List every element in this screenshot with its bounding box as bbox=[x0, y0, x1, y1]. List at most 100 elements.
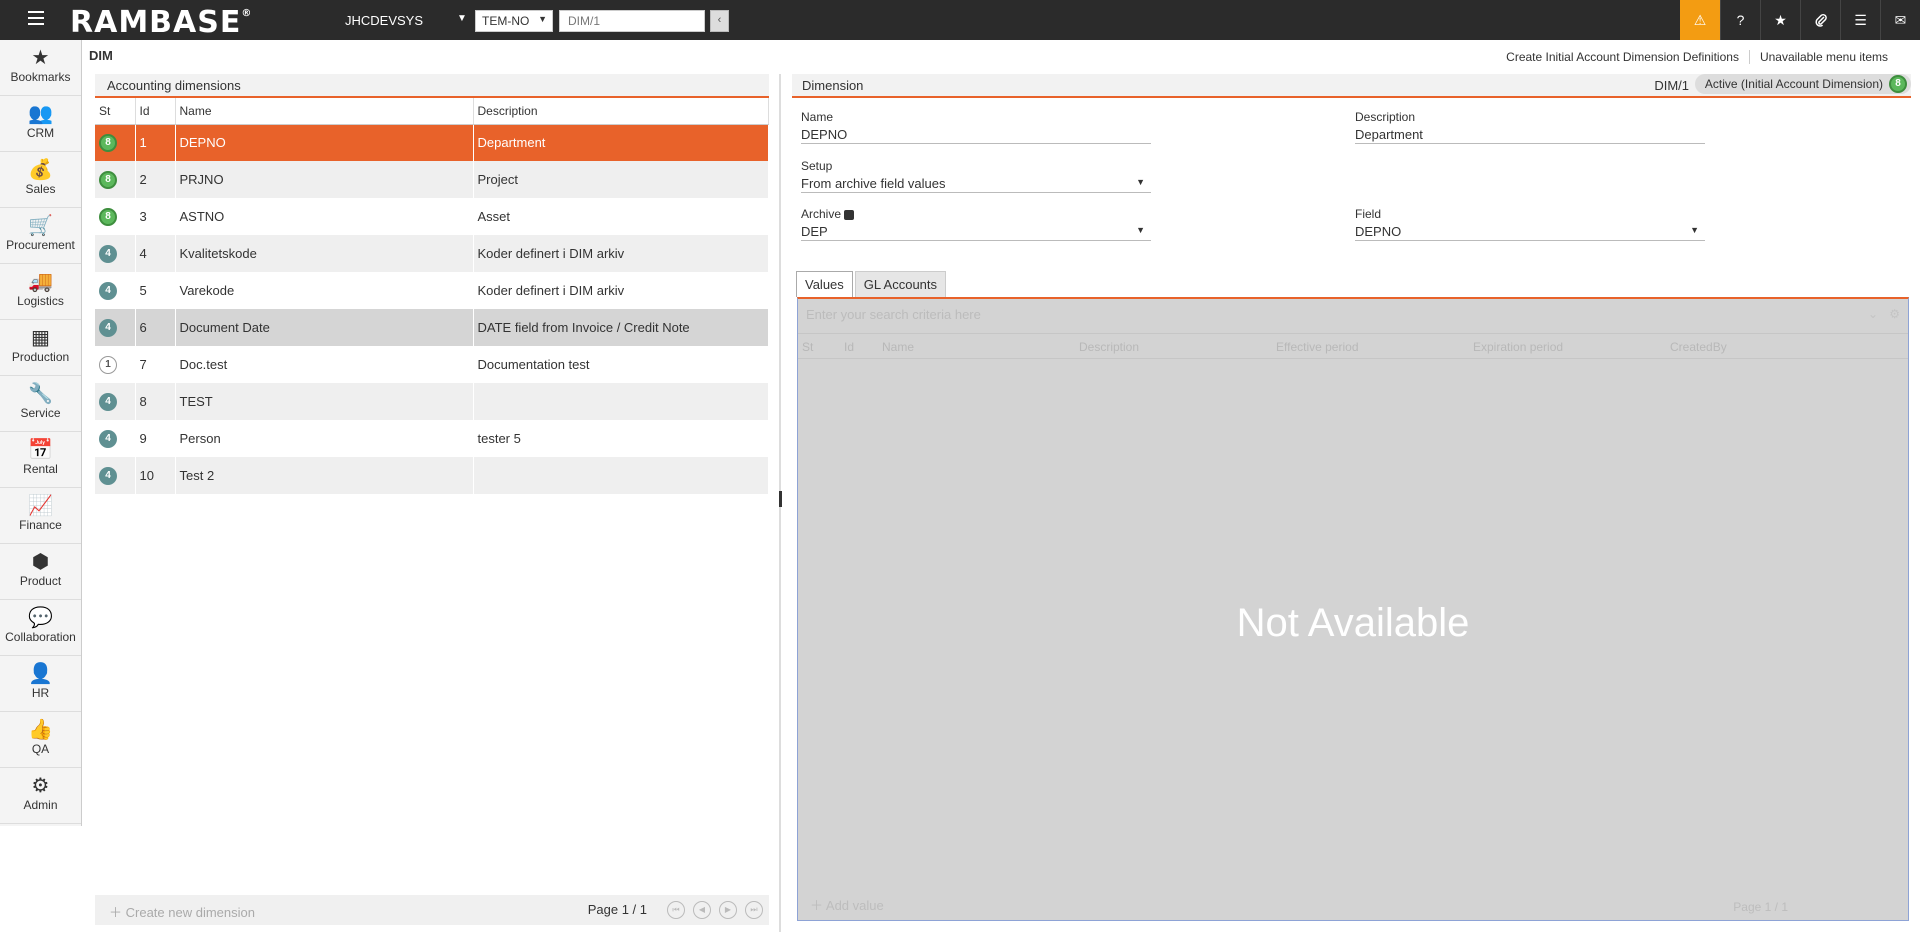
alert-icon[interactable]: ⚠ bbox=[1680, 0, 1720, 40]
sidebar-item-product[interactable]: ⬢ Product bbox=[0, 544, 81, 600]
unavailable-menu-items-link[interactable]: Unavailable menu items bbox=[1748, 50, 1898, 64]
column-header-name[interactable]: Name bbox=[175, 98, 474, 125]
field-value: DEPNO bbox=[1355, 224, 1402, 239]
status-label: Active (Initial Account Dimension) bbox=[1704, 77, 1883, 91]
panel-title: Accounting dimensions bbox=[95, 74, 769, 98]
list-icon[interactable]: ☰ bbox=[1840, 0, 1880, 40]
wrench-icon: 🔧 bbox=[28, 383, 53, 405]
tab-gl-accounts[interactable]: GL Accounts bbox=[854, 271, 947, 297]
field-select[interactable]: DEPNO ▼ bbox=[1355, 221, 1705, 241]
row-name: Person bbox=[175, 420, 474, 457]
row-name: TEST bbox=[175, 383, 474, 420]
row-id: 5 bbox=[135, 272, 176, 309]
splitter-handle[interactable] bbox=[779, 491, 782, 507]
money-bag-icon: 💰 bbox=[28, 159, 53, 181]
detail-title: Dimension bbox=[802, 78, 864, 93]
help-icon[interactable]: ? bbox=[1720, 0, 1760, 40]
description-input[interactable]: Department bbox=[1355, 124, 1705, 144]
row-description: Documentation test bbox=[473, 346, 769, 383]
sidebar-item-bookmarks[interactable]: ★ Bookmarks bbox=[0, 40, 81, 96]
table-row[interactable]: 4 9 Person tester 5 bbox=[95, 420, 769, 457]
column-header-description[interactable]: Description bbox=[473, 98, 769, 125]
status-code-badge: 8 bbox=[1889, 75, 1907, 93]
status-badge: 4 bbox=[99, 430, 117, 448]
row-id: 3 bbox=[135, 198, 176, 235]
row-id: 2 bbox=[135, 161, 176, 198]
description-field: Description Department bbox=[1355, 110, 1705, 144]
table-row[interactable]: 4 4 Kvalitetskode Koder definert i DIM a… bbox=[95, 235, 769, 272]
star-icon[interactable]: ★ bbox=[1760, 0, 1800, 40]
hamburger-menu-icon[interactable] bbox=[28, 11, 44, 25]
row-name: Document Date bbox=[175, 309, 474, 346]
sidebar-item-procurement[interactable]: 🛒 Procurement bbox=[0, 208, 81, 264]
sidebar-item-logistics[interactable]: 🚚 Logistics bbox=[0, 264, 81, 320]
chevron-down-icon: ▼ bbox=[1136, 225, 1145, 235]
rambase-logo[interactable]: RAMBASE® bbox=[70, 5, 252, 40]
status-badge: 8 bbox=[99, 134, 117, 153]
page-count: Page 1 / 1 bbox=[587, 902, 647, 917]
row-description bbox=[473, 383, 769, 420]
sidebar-item-service[interactable]: 🔧 Service bbox=[0, 376, 81, 432]
column-header-id[interactable]: Id bbox=[135, 98, 176, 125]
values-page-count: Page 1 / 1 bbox=[1733, 900, 1788, 914]
create-new-dimension-button[interactable]: ＋ Create new dimension bbox=[109, 902, 255, 921]
row-description: tester 5 bbox=[473, 420, 769, 457]
column-header-st[interactable]: St bbox=[95, 98, 136, 125]
sidebar-item-production[interactable]: ▦ Production bbox=[0, 320, 81, 376]
detail-header: Dimension DIM/1 Active (Initial Account … bbox=[792, 74, 1911, 98]
system-dropdown-icon[interactable]: ▼ bbox=[457, 13, 467, 24]
values-grid-header: St Id Name Description Effective period … bbox=[798, 333, 1908, 359]
table-row[interactable]: 8 1 DEPNO Department bbox=[95, 124, 769, 161]
row-name: Doc.test bbox=[175, 346, 474, 383]
table-row[interactable]: 4 8 TEST bbox=[95, 383, 769, 420]
mail-icon[interactable]: ✉ bbox=[1880, 0, 1920, 40]
sidebar-item-admin[interactable]: ⚙ Admin bbox=[0, 768, 81, 824]
status-badge: 4 bbox=[99, 467, 117, 485]
sidebar-item-sales[interactable]: 💰 Sales bbox=[0, 152, 81, 208]
sidebar-item-crm[interactable]: 👥 CRM bbox=[0, 96, 81, 152]
cart-icon: 🛒 bbox=[28, 215, 53, 237]
add-value-button: ＋ Add value bbox=[810, 898, 884, 913]
company-select[interactable]: TEM-NO ▼ bbox=[475, 10, 553, 32]
sidebar-item-finance[interactable]: 📈 Finance bbox=[0, 488, 81, 544]
collapse-button[interactable]: ‹ bbox=[710, 10, 729, 32]
sidebar-item-qa[interactable]: 👍 QA bbox=[0, 712, 81, 768]
table-row[interactable]: 8 3 ASTNO Asset bbox=[95, 198, 769, 235]
column-header-st: St bbox=[802, 340, 814, 354]
row-description: Department bbox=[473, 124, 769, 161]
person-icon: 👤 bbox=[28, 663, 53, 685]
setup-select[interactable]: From archive field values ▼ bbox=[801, 173, 1151, 193]
row-id: 1 bbox=[135, 124, 176, 161]
table-row[interactable]: 4 5 Varekode Koder definert i DIM arkiv bbox=[95, 272, 769, 309]
sidebar-item-rental[interactable]: 📅 Rental bbox=[0, 432, 81, 488]
external-link-icon[interactable] bbox=[844, 209, 855, 220]
table-row[interactable]: 8 2 PRJNO Project bbox=[95, 161, 769, 198]
archive-select[interactable]: DEP ▼ bbox=[801, 221, 1151, 241]
next-page-icon[interactable]: ▶ bbox=[719, 901, 737, 919]
name-label: Name bbox=[801, 110, 834, 124]
values-grid: Enter your search criteria here ⌄ ⚙ St I… bbox=[797, 297, 1909, 921]
sidebar-item-hr[interactable]: 👤 HR bbox=[0, 656, 81, 712]
detail-tabs: Values GL Accounts bbox=[796, 271, 948, 297]
chat-icon: 💬 bbox=[28, 607, 53, 629]
dimensions-table: St Id Name Description 8 1 DEPNO Departm… bbox=[95, 98, 769, 494]
table-row[interactable]: 1 7 Doc.test Documentation test bbox=[95, 346, 769, 383]
table-row[interactable]: 4 6 Document Date DATE field from Invoic… bbox=[95, 309, 769, 346]
first-page-icon[interactable]: ⏮ bbox=[667, 901, 685, 919]
prev-page-icon[interactable]: ◀ bbox=[693, 901, 711, 919]
column-header-createdby: CreatedBy bbox=[1670, 340, 1727, 354]
row-description: Project bbox=[473, 161, 769, 198]
last-page-icon[interactable]: ⏭ bbox=[745, 901, 763, 919]
status-badge: 1 bbox=[99, 356, 117, 374]
paperclip-icon[interactable] bbox=[1800, 0, 1840, 40]
name-input[interactable]: DEPNO bbox=[801, 124, 1151, 144]
setup-field: Setup From archive field values ▼ bbox=[801, 159, 1151, 193]
tab-values[interactable]: Values bbox=[796, 271, 853, 297]
sidebar-item-collaboration[interactable]: 💬 Collaboration bbox=[0, 600, 81, 656]
goto-input[interactable]: DIM/1 bbox=[559, 10, 705, 32]
field-field: Field DEPNO ▼ bbox=[1355, 207, 1705, 241]
system-name[interactable]: JHCDEVSYS bbox=[345, 13, 423, 28]
table-row[interactable]: 4 10 Test 2 bbox=[95, 457, 769, 494]
create-initial-definitions-link[interactable]: Create Initial Account Dimension Definit… bbox=[1496, 50, 1749, 64]
top-bar: RAMBASE® JHCDEVSYS ▼ TEM-NO ▼ DIM/1 ‹ ⚠ ?… bbox=[0, 0, 1920, 40]
